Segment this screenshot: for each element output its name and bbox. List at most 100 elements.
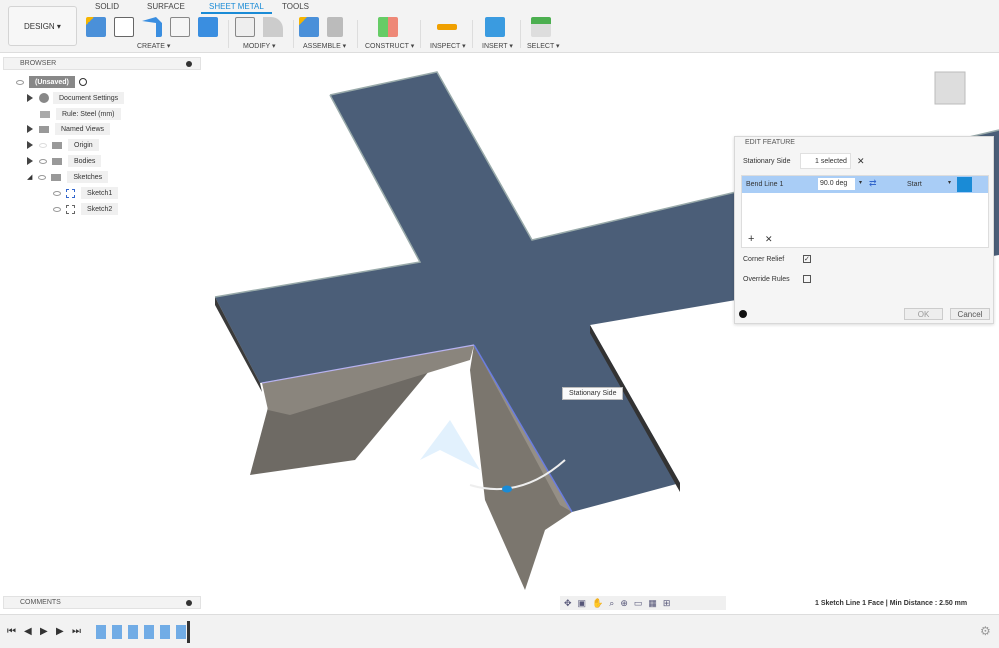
bend-line-table: Bend Line 1 90.0 deg ▾ ⇄ Start ▾ + ✕ xyxy=(741,175,989,248)
design-workspace-button[interactable]: DESIGN ▾ xyxy=(8,6,77,46)
corner-relief-checkbox[interactable]: ✓ xyxy=(803,255,811,263)
eye-icon[interactable] xyxy=(53,190,61,196)
joint-icon[interactable] xyxy=(327,17,343,37)
viewports-icon[interactable]: ⊞ xyxy=(663,598,671,609)
item-label: Sketch2 xyxy=(81,203,119,215)
dialog-title: EDIT FEATURE xyxy=(745,139,795,146)
info-icon[interactable] xyxy=(739,310,747,318)
clear-selection-icon[interactable]: ✕ xyxy=(857,156,865,167)
browser-panel-header[interactable]: BROWSER xyxy=(3,57,201,70)
insert-image-icon[interactable] xyxy=(485,17,505,37)
display-settings-icon[interactable]: ▭ xyxy=(634,598,643,609)
go-to-end-icon[interactable]: ⏭ xyxy=(72,626,81,637)
create-menu[interactable]: CREATE ▾ xyxy=(137,42,170,50)
look-at-icon[interactable]: ▣ xyxy=(578,598,587,609)
eye-icon[interactable] xyxy=(53,206,61,212)
add-bend-icon[interactable]: + xyxy=(748,233,754,245)
remove-bend-icon[interactable]: ✕ xyxy=(765,234,773,245)
new-component-icon[interactable] xyxy=(86,17,106,37)
override-rules-checkbox[interactable] xyxy=(803,275,811,283)
item-label: Bodies xyxy=(68,155,102,167)
angle-dropdown-icon[interactable]: ▾ xyxy=(859,179,862,186)
bend-position-select[interactable]: Start xyxy=(907,181,922,188)
construct-menu[interactable]: CONSTRUCT ▾ xyxy=(365,42,414,50)
add-comment-icon[interactable] xyxy=(186,599,192,606)
fillet-icon[interactable] xyxy=(263,17,283,37)
tree-sketch1[interactable]: Sketch1 xyxy=(53,187,119,199)
root-label: (Unsaved) xyxy=(29,76,75,88)
play-icon[interactable]: ▶ xyxy=(40,626,48,637)
create-sketch-icon[interactable] xyxy=(114,17,134,37)
settings-gear-icon[interactable]: ⚙ xyxy=(980,624,991,638)
comments-title: COMMENTS xyxy=(20,599,61,606)
modify-menu[interactable]: MODIFY ▾ xyxy=(243,42,276,50)
navigation-bar: ✥ ▣ ✋ ⌕ ⊕ ▭ ▦ ⊞ xyxy=(560,596,726,610)
construct-plane-icon[interactable] xyxy=(378,17,398,37)
pin-icon[interactable] xyxy=(186,60,192,67)
convert-sheet-metal-icon[interactable] xyxy=(198,17,218,37)
bend-line-name: Bend Line 1 xyxy=(746,181,784,188)
tab-sheet-metal[interactable]: SHEET METAL xyxy=(201,2,272,14)
measure-icon[interactable] xyxy=(437,24,457,30)
go-to-start-icon[interactable]: ⏮ xyxy=(7,626,16,637)
stationary-side-selection[interactable]: 1 selected xyxy=(800,153,851,169)
sketch-icon xyxy=(66,188,75,198)
grid-icon[interactable]: ▦ xyxy=(648,598,657,609)
comments-panel[interactable]: COMMENTS xyxy=(3,596,201,609)
assemble-menu[interactable]: ASSEMBLE ▾ xyxy=(303,42,346,50)
override-rules-label: Override Rules xyxy=(743,276,790,283)
tree-root[interactable]: (Unsaved) xyxy=(16,76,87,88)
corner-relief-label: Corner Relief xyxy=(743,256,785,263)
tree-origin[interactable]: Origin xyxy=(27,139,99,151)
cancel-button[interactable]: Cancel xyxy=(950,308,990,320)
timeline: ⏮ ◀ ▶ ▶ ⏭ ⚙ xyxy=(0,614,999,648)
bend-position-icon[interactable] xyxy=(957,177,972,192)
zoom-icon[interactable]: ⌕ xyxy=(609,598,614,609)
eye-icon[interactable] xyxy=(39,158,47,164)
insert-menu[interactable]: INSERT ▾ xyxy=(482,42,513,50)
tree-sketches[interactable]: ◢ Sketches xyxy=(27,171,109,183)
item-label: Named Views xyxy=(55,123,111,135)
select-icon[interactable] xyxy=(531,17,551,37)
folder-icon xyxy=(52,157,62,165)
item-label: Rule: Steel (mm) xyxy=(56,108,121,120)
bend-line-row[interactable]: Bend Line 1 90.0 deg ▾ ⇄ Start ▾ xyxy=(742,176,988,193)
select-menu[interactable]: SELECT ▾ xyxy=(527,42,560,50)
orbit-icon[interactable]: ✥ xyxy=(564,598,572,609)
pan-icon[interactable]: ✋ xyxy=(592,598,603,609)
item-label: Sketch1 xyxy=(81,187,119,199)
step-back-icon[interactable]: ◀ xyxy=(24,626,32,637)
tree-document-settings[interactable]: Document Settings xyxy=(27,92,125,104)
tree-named-views[interactable]: Named Views xyxy=(27,123,111,135)
eye-icon[interactable] xyxy=(38,174,47,180)
inspect-menu[interactable]: INSPECT ▾ xyxy=(430,42,466,50)
item-label: Origin xyxy=(68,139,99,151)
activate-radio-icon[interactable] xyxy=(78,78,87,86)
unfold-icon[interactable] xyxy=(170,17,190,37)
flange-icon[interactable] xyxy=(142,17,162,37)
timeline-marker[interactable] xyxy=(187,621,190,643)
sketch-icon xyxy=(66,204,75,214)
browser-title: BROWSER xyxy=(20,60,57,67)
tab-solid[interactable]: SOLID xyxy=(95,2,119,11)
assemble-component-icon[interactable] xyxy=(299,17,319,37)
fit-icon[interactable]: ⊕ xyxy=(620,598,628,609)
step-forward-icon[interactable]: ▶ xyxy=(56,626,64,637)
edit-feature-dialog: EDIT FEATURE Stationary Side 1 selected … xyxy=(734,136,994,324)
tree-sketch2[interactable]: Sketch2 xyxy=(53,203,119,215)
ok-button[interactable]: OK xyxy=(904,308,943,320)
tree-bodies[interactable]: Bodies xyxy=(27,155,102,167)
eye-hidden-icon[interactable] xyxy=(39,142,47,148)
folder-icon xyxy=(51,173,62,181)
tree-rule[interactable]: Rule: Steel (mm) xyxy=(40,108,121,120)
status-text: 1 Sketch Line 1 Face | Min Distance : 2.… xyxy=(815,600,968,607)
bend-angle-input[interactable]: 90.0 deg xyxy=(818,178,855,190)
unfold-modify-icon[interactable] xyxy=(235,17,255,37)
item-label: Sketches xyxy=(67,171,109,183)
folder-icon xyxy=(39,125,49,133)
flip-direction-icon[interactable]: ⇄ xyxy=(869,178,877,189)
timeline-features[interactable] xyxy=(96,625,188,639)
tab-surface[interactable]: SURFACE xyxy=(147,2,185,11)
tab-tools[interactable]: TOOLS xyxy=(282,2,309,11)
position-dropdown-icon[interactable]: ▾ xyxy=(948,179,951,186)
